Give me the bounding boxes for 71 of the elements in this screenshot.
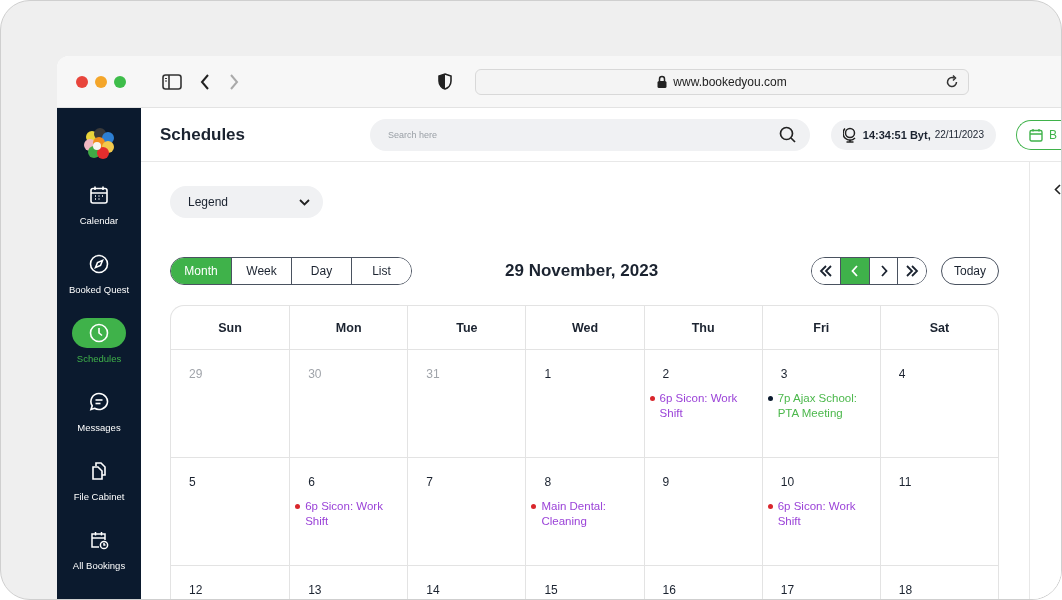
close-window-button[interactable] — [76, 75, 88, 88]
calendar-event[interactable]: 6p Sicon: Work Shift — [659, 391, 754, 421]
weekday-header: Wed — [525, 306, 644, 350]
weekday-header: Sat — [879, 306, 998, 350]
day-number: 7 — [426, 475, 433, 489]
calendar-icon — [1029, 127, 1043, 142]
address-bar[interactable]: www.bookedyou.com — [475, 68, 969, 95]
calendar-event[interactable]: 6p Sicon: Work Shift — [305, 499, 400, 529]
sidebar-item[interactable]: Messages — [72, 387, 126, 456]
day-number: 30 — [308, 367, 322, 381]
sidebar-toggle-icon[interactable] — [162, 73, 182, 90]
day-number: 31 — [426, 367, 440, 381]
sidebar-item[interactable]: Schedules — [72, 318, 126, 387]
sidebar-item[interactable]: File Cabinet — [72, 456, 126, 525]
day-number: 14 — [426, 583, 440, 597]
calendar-icon — [89, 185, 109, 205]
day-number: 2 — [662, 367, 670, 381]
day-number: 15 — [544, 583, 558, 597]
day-number: 3 — [780, 367, 788, 381]
calendar-clock-icon — [89, 530, 109, 550]
legend-dropdown[interactable]: Legend — [170, 186, 323, 218]
lock-icon — [657, 75, 668, 88]
clock-icon — [89, 323, 109, 343]
day-number: 9 — [662, 475, 670, 489]
chat-icon — [89, 392, 109, 412]
view-tab[interactable]: List — [351, 258, 411, 284]
day-number: 11 — [898, 475, 912, 489]
current-time: 14:34:51 Byt, — [862, 128, 931, 141]
collapse-icon[interactable] — [1054, 184, 1061, 195]
double-chevron-right-icon — [905, 265, 920, 277]
compass-icon — [89, 254, 109, 274]
calendar-title: 29 November, 2023 — [505, 261, 659, 281]
day-number: 16 — [662, 583, 676, 597]
double-chevron-left-icon — [819, 265, 834, 277]
day-number: 12 — [189, 583, 203, 597]
chevron-left-icon — [851, 265, 860, 277]
calendar-event[interactable]: Main Dental: Cleaning — [541, 499, 636, 529]
day-number: 6 — [308, 475, 315, 489]
day-number: 10 — [780, 475, 795, 489]
day-number: 29 — [189, 367, 203, 381]
sidebar-item[interactable]: Booked Quest — [68, 249, 130, 318]
shield-icon[interactable] — [438, 73, 452, 90]
chevron-right-icon — [879, 265, 888, 277]
today-button[interactable]: Today — [940, 257, 999, 285]
chevron-down-icon — [299, 198, 310, 206]
day-number: 13 — [308, 583, 322, 597]
day-number: 8 — [544, 475, 552, 489]
weekday-header: Thu — [643, 306, 762, 350]
sidebar-item[interactable]: All Bookings — [72, 525, 126, 594]
previous-button[interactable] — [840, 258, 869, 284]
reload-icon[interactable] — [945, 74, 959, 89]
last-page-button[interactable] — [897, 258, 926, 284]
weekday-header: Fri — [761, 306, 880, 350]
weekday-header: Mon — [289, 306, 408, 350]
logo-icon — [82, 128, 116, 160]
current-date: 22/11/2023 — [934, 129, 984, 140]
day-number: 4 — [898, 367, 906, 381]
search-field[interactable]: Search here — [369, 118, 810, 151]
weekday-header: Sun — [171, 306, 290, 350]
back-icon[interactable] — [200, 73, 210, 90]
files-icon — [89, 461, 109, 481]
day-number: 17 — [780, 583, 795, 597]
page-title: Schedules — [160, 124, 247, 145]
sidebar-item[interactable]: Calendar — [72, 180, 126, 249]
day-number: 18 — [898, 583, 913, 597]
globe-icon — [842, 126, 857, 143]
calendar-event[interactable]: 6p Sicon: Work Shift — [777, 499, 872, 529]
weekday-header: Tue — [407, 306, 526, 350]
day-number: 1 — [544, 367, 552, 381]
day-number: 5 — [189, 475, 196, 489]
search-icon — [778, 126, 796, 143]
